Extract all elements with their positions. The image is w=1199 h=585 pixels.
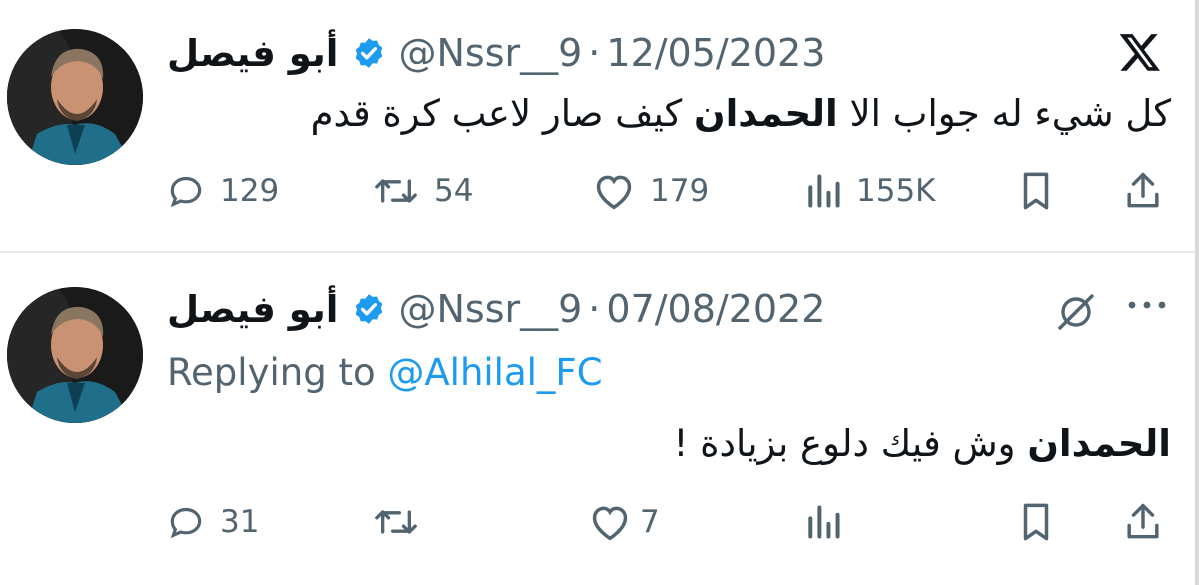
reply-icon [166, 171, 206, 211]
verified-badge-icon [352, 36, 386, 70]
author-name[interactable]: أبو فيصل [167, 288, 338, 331]
highlighted-word: الحمدان [694, 92, 838, 135]
mention-link[interactable]: @Alhilal_FC [387, 351, 602, 394]
like-count: 179 [650, 173, 710, 209]
highlighted-word: الحمدان [1027, 422, 1171, 465]
tweet-text: الحمدان وش فيك دلوع بزيادة ! [673, 422, 1171, 465]
bookmark-button[interactable] [1018, 166, 1054, 216]
reply-button[interactable]: 129 [166, 166, 279, 216]
tweet-date[interactable]: 12/05/2023 [606, 31, 825, 75]
heart-icon [592, 171, 636, 211]
share-icon [1124, 501, 1162, 543]
tweet-divider [0, 251, 1199, 253]
reply-icon [166, 502, 206, 542]
avatar[interactable] [7, 287, 143, 423]
bookmark-button[interactable] [1018, 497, 1054, 547]
x-logo-icon[interactable] [1117, 30, 1163, 78]
retweet-button[interactable]: 54 [372, 166, 473, 216]
retweet-icon [372, 171, 420, 211]
action-bar: 31 7 [0, 497, 1199, 547]
views-button[interactable] [804, 497, 842, 547]
reply-count: 129 [220, 173, 280, 209]
views-icon [804, 502, 842, 542]
bookmark-icon [1018, 170, 1054, 212]
heart-icon [588, 502, 632, 542]
reply-button[interactable]: 31 [166, 497, 259, 547]
more-icon[interactable] [1126, 296, 1168, 315]
tweet-date[interactable]: 07/08/2022 [606, 287, 825, 331]
separator-dot: · [588, 31, 601, 75]
tweet-text: كل شيء له جواب الا الحمدان كيف صار لاعب … [310, 92, 1171, 135]
retweet-count: 54 [434, 173, 474, 209]
like-count: 7 [640, 504, 660, 540]
share-button[interactable] [1124, 497, 1162, 547]
views-icon [804, 171, 842, 211]
retweet-icon [372, 502, 420, 542]
author-handle[interactable]: @Nssr__9 [398, 287, 582, 331]
retweet-button[interactable] [372, 497, 420, 547]
share-button[interactable] [1124, 166, 1162, 216]
share-icon [1124, 170, 1162, 212]
views-button[interactable]: 155K [804, 166, 936, 216]
separator-dot: · [588, 287, 601, 331]
tweet-header: أبو فيصل @Nssr__9 · 12/05/2023 [167, 28, 825, 78]
replying-to: Replying to @Alhilal_FC [167, 351, 603, 394]
bookmark-icon [1018, 501, 1054, 543]
like-button[interactable]: 7 [588, 497, 660, 547]
avatar[interactable] [7, 29, 143, 165]
action-bar: 129 54 179 155K [0, 166, 1199, 216]
author-handle[interactable]: @Nssr__9 [398, 31, 582, 75]
tweet-header: أبو فيصل @Nssr__9 · 07/08/2022 [167, 284, 825, 334]
views-count: 155K [856, 173, 936, 209]
grok-icon[interactable] [1052, 288, 1100, 340]
tweet-card[interactable]: أبو فيصل @Nssr__9 · 12/05/2023 كل شيء له… [0, 0, 1199, 252]
like-button[interactable]: 179 [592, 166, 709, 216]
tweet-card[interactable]: أبو فيصل @Nssr__9 · 07/08/2022 Replying … [0, 254, 1199, 585]
verified-badge-icon [352, 292, 386, 326]
scroll-edge [1195, 0, 1199, 585]
reply-count: 31 [220, 504, 260, 540]
author-name[interactable]: أبو فيصل [167, 32, 338, 75]
